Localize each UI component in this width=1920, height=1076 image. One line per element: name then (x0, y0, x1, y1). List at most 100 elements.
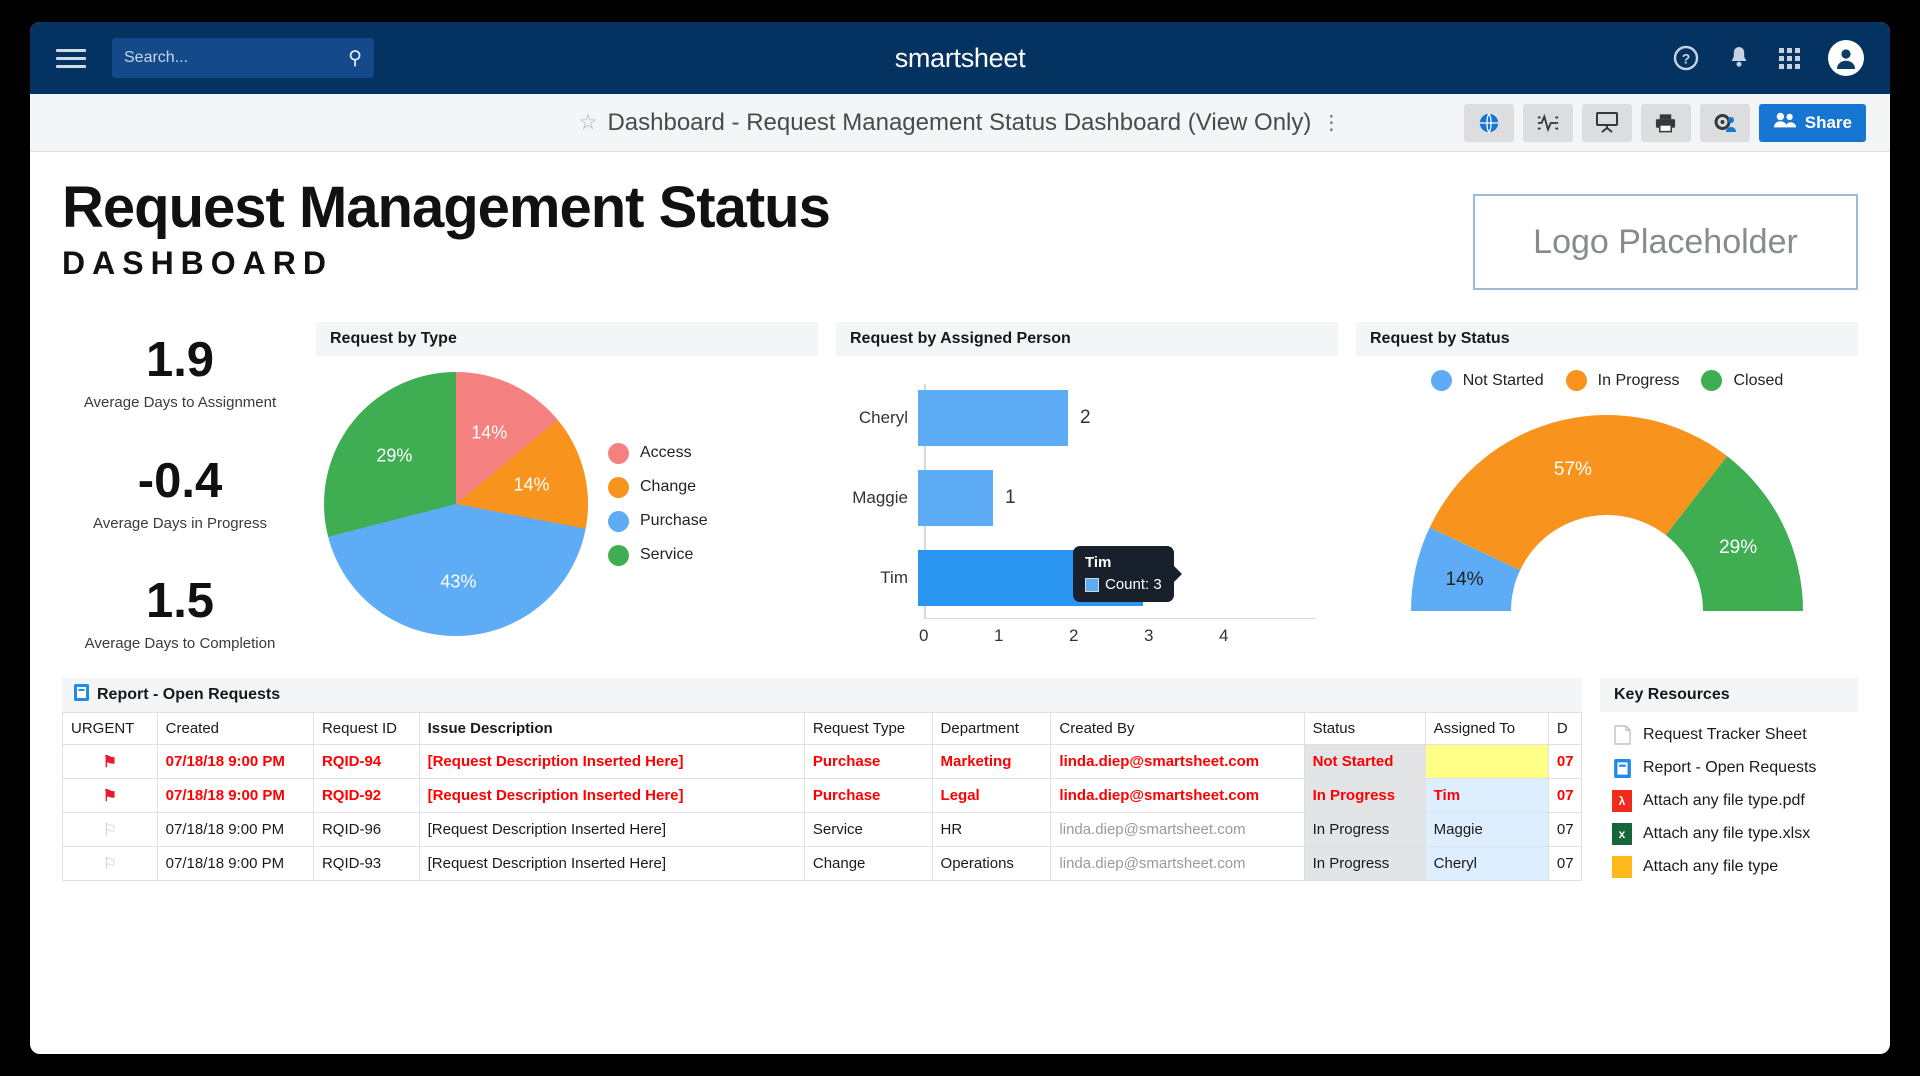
app-window: ⚲ smartsheet ? ☆ Dashboard - Request Man… (30, 22, 1890, 1054)
dashboard-subtitle: DASHBOARD (62, 245, 830, 282)
notification-bell-icon[interactable] (1727, 45, 1751, 71)
legend-item[interactable]: Service (608, 545, 708, 566)
assigned-to-cell: Tim (1425, 779, 1548, 813)
issue-description-cell: [Request Description Inserted Here] (419, 779, 804, 813)
page-title: Dashboard - Request Management Status Da… (607, 109, 1311, 137)
urgent-flag-cell[interactable]: ⚐ (63, 813, 158, 847)
created-cell: 07/18/18 9:00 PM (157, 847, 313, 881)
legend-color-swatch (608, 443, 629, 464)
bar-row[interactable]: Maggie1 (836, 470, 1316, 526)
share-button[interactable]: Share (1759, 104, 1866, 142)
pie-chart[interactable]: 14%14%43%29% (324, 372, 588, 636)
created-by-cell: linda.diep@smartsheet.com (1051, 813, 1304, 847)
print-button[interactable] (1641, 104, 1691, 142)
bar-tooltip: Tim Count: 3 (1073, 546, 1174, 602)
kpi-column: 1.9 Average Days to Assignment -0.4 Aver… (62, 322, 298, 652)
column-header[interactable]: D (1548, 713, 1581, 745)
bar-chart-plot: Cheryl2Maggie1Tim3TimCount: 3 (836, 378, 1316, 618)
assigned-to-cell (1425, 745, 1548, 779)
table-row[interactable]: ⚑07/18/18 9:00 PMRQID-94[Request Descrip… (63, 745, 1582, 779)
column-header[interactable]: Request ID (313, 713, 419, 745)
key-resource-label: Attach any file type (1643, 858, 1778, 876)
table-row[interactable]: ⚑07/18/18 9:00 PMRQID-92[Request Descrip… (63, 779, 1582, 813)
key-resource-link[interactable]: Attach any file type (1612, 856, 1846, 878)
column-header[interactable]: Issue Description (419, 713, 804, 745)
flag-icon[interactable]: ⚐ (103, 856, 117, 873)
tooltip-title: Tim (1085, 554, 1162, 571)
legend-item[interactable]: Closed (1701, 370, 1783, 391)
urgent-flag-cell[interactable]: ⚑ (63, 779, 158, 813)
flag-icon[interactable]: ⚑ (103, 788, 117, 805)
legend-item[interactable]: Access (608, 443, 708, 464)
legend-item[interactable]: Change (608, 477, 708, 498)
legend-color-swatch (1701, 370, 1722, 391)
more-options-icon[interactable]: ⋮ (1321, 117, 1341, 129)
x-tick-label: 2 (1069, 626, 1144, 646)
search-input[interactable] (124, 49, 348, 67)
publish-button[interactable] (1464, 104, 1514, 142)
column-header[interactable]: Department (932, 713, 1051, 745)
department-cell: Operations (932, 847, 1051, 881)
column-header[interactable]: Assigned To (1425, 713, 1548, 745)
column-header[interactable]: Created By (1051, 713, 1304, 745)
bar-fill[interactable] (918, 390, 1068, 446)
star-icon[interactable]: ☆ (579, 110, 598, 135)
help-icon[interactable]: ? (1673, 45, 1699, 71)
hamburger-menu-icon[interactable] (56, 49, 86, 68)
urgent-flag-cell[interactable]: ⚐ (63, 847, 158, 881)
key-resource-link[interactable]: xAttach any file type.xlsx (1612, 823, 1846, 845)
bar-category-label: Cheryl (836, 408, 918, 428)
bar-row[interactable]: Tim3TimCount: 3 (836, 550, 1316, 606)
assigned-to-cell: Maggie (1425, 813, 1548, 847)
bar-fill[interactable] (918, 470, 993, 526)
gauge-chart[interactable]: 14%57%29% (1407, 411, 1807, 611)
legend-label: Closed (1733, 372, 1783, 390)
legend-item[interactable]: Purchase (608, 511, 708, 532)
flag-icon[interactable]: ⚐ (103, 822, 117, 839)
legend-item[interactable]: Not Started (1431, 370, 1544, 391)
key-resource-link[interactable]: λ Attach any file type.pdf (1612, 790, 1846, 812)
key-resource-label: Attach any file type.pdf (1643, 792, 1805, 810)
legend-item[interactable]: In Progress (1566, 370, 1680, 391)
column-header[interactable]: URGENT (63, 713, 158, 745)
column-header[interactable]: Created (157, 713, 313, 745)
kpi-avg-days-to-completion: 1.5 Average Days to Completion (62, 577, 298, 652)
department-cell: HR (932, 813, 1051, 847)
svg-text:?: ? (1682, 51, 1691, 67)
admin-settings-button[interactable] (1700, 104, 1750, 142)
tooltip-value: Count: 3 (1105, 576, 1162, 593)
bar-row[interactable]: Cheryl2 (836, 390, 1316, 446)
pie-slice-label: 29% (376, 446, 412, 467)
generic-file-icon (1612, 856, 1632, 878)
search-icon[interactable]: ⚲ (348, 49, 362, 68)
user-avatar-icon[interactable] (1828, 40, 1864, 76)
table-row[interactable]: ⚐07/18/18 9:00 PMRQID-96[Request Descrip… (63, 813, 1582, 847)
presentation-button[interactable] (1582, 104, 1632, 142)
created-cell: 07/18/18 9:00 PM (157, 745, 313, 779)
report-table: URGENTCreatedRequest IDIssue Description… (62, 712, 1582, 881)
urgent-flag-cell[interactable]: ⚑ (63, 745, 158, 779)
key-resource-link[interactable]: Report - Open Requests (1612, 757, 1846, 779)
activity-log-button[interactable] (1523, 104, 1573, 142)
legend-label: Purchase (640, 512, 708, 530)
key-resource-link[interactable]: Request Tracker Sheet (1612, 724, 1846, 746)
app-grid-icon[interactable] (1779, 48, 1800, 69)
pdf-file-icon: λ (1612, 790, 1632, 812)
table-body: ⚑07/18/18 9:00 PMRQID-94[Request Descrip… (63, 745, 1582, 881)
pie-slice-label: 43% (440, 571, 476, 592)
status-cell: Not Started (1304, 745, 1425, 779)
request-id-cell: RQID-92 (313, 779, 419, 813)
search-box[interactable]: ⚲ (112, 38, 374, 78)
column-header[interactable]: Status (1304, 713, 1425, 745)
document-toolbar: ☆ Dashboard - Request Management Status … (30, 94, 1890, 152)
report-icon (74, 684, 89, 706)
key-resources-widget: Key Resources Request Tracker SheetRepor… (1600, 678, 1858, 881)
flag-icon[interactable]: ⚑ (103, 754, 117, 771)
legend-label: Change (640, 478, 696, 496)
table-row[interactable]: ⚐07/18/18 9:00 PMRQID-93[Request Descrip… (63, 847, 1582, 881)
report-widget: Report - Open Requests URGENTCreatedRequ… (62, 678, 1582, 881)
tooltip-swatch (1085, 578, 1099, 592)
column-header[interactable]: Request Type (804, 713, 932, 745)
dashboard-header: Request Management Status DASHBOARD Logo… (62, 178, 1858, 290)
widget-title: Request by Assigned Person (836, 322, 1338, 356)
